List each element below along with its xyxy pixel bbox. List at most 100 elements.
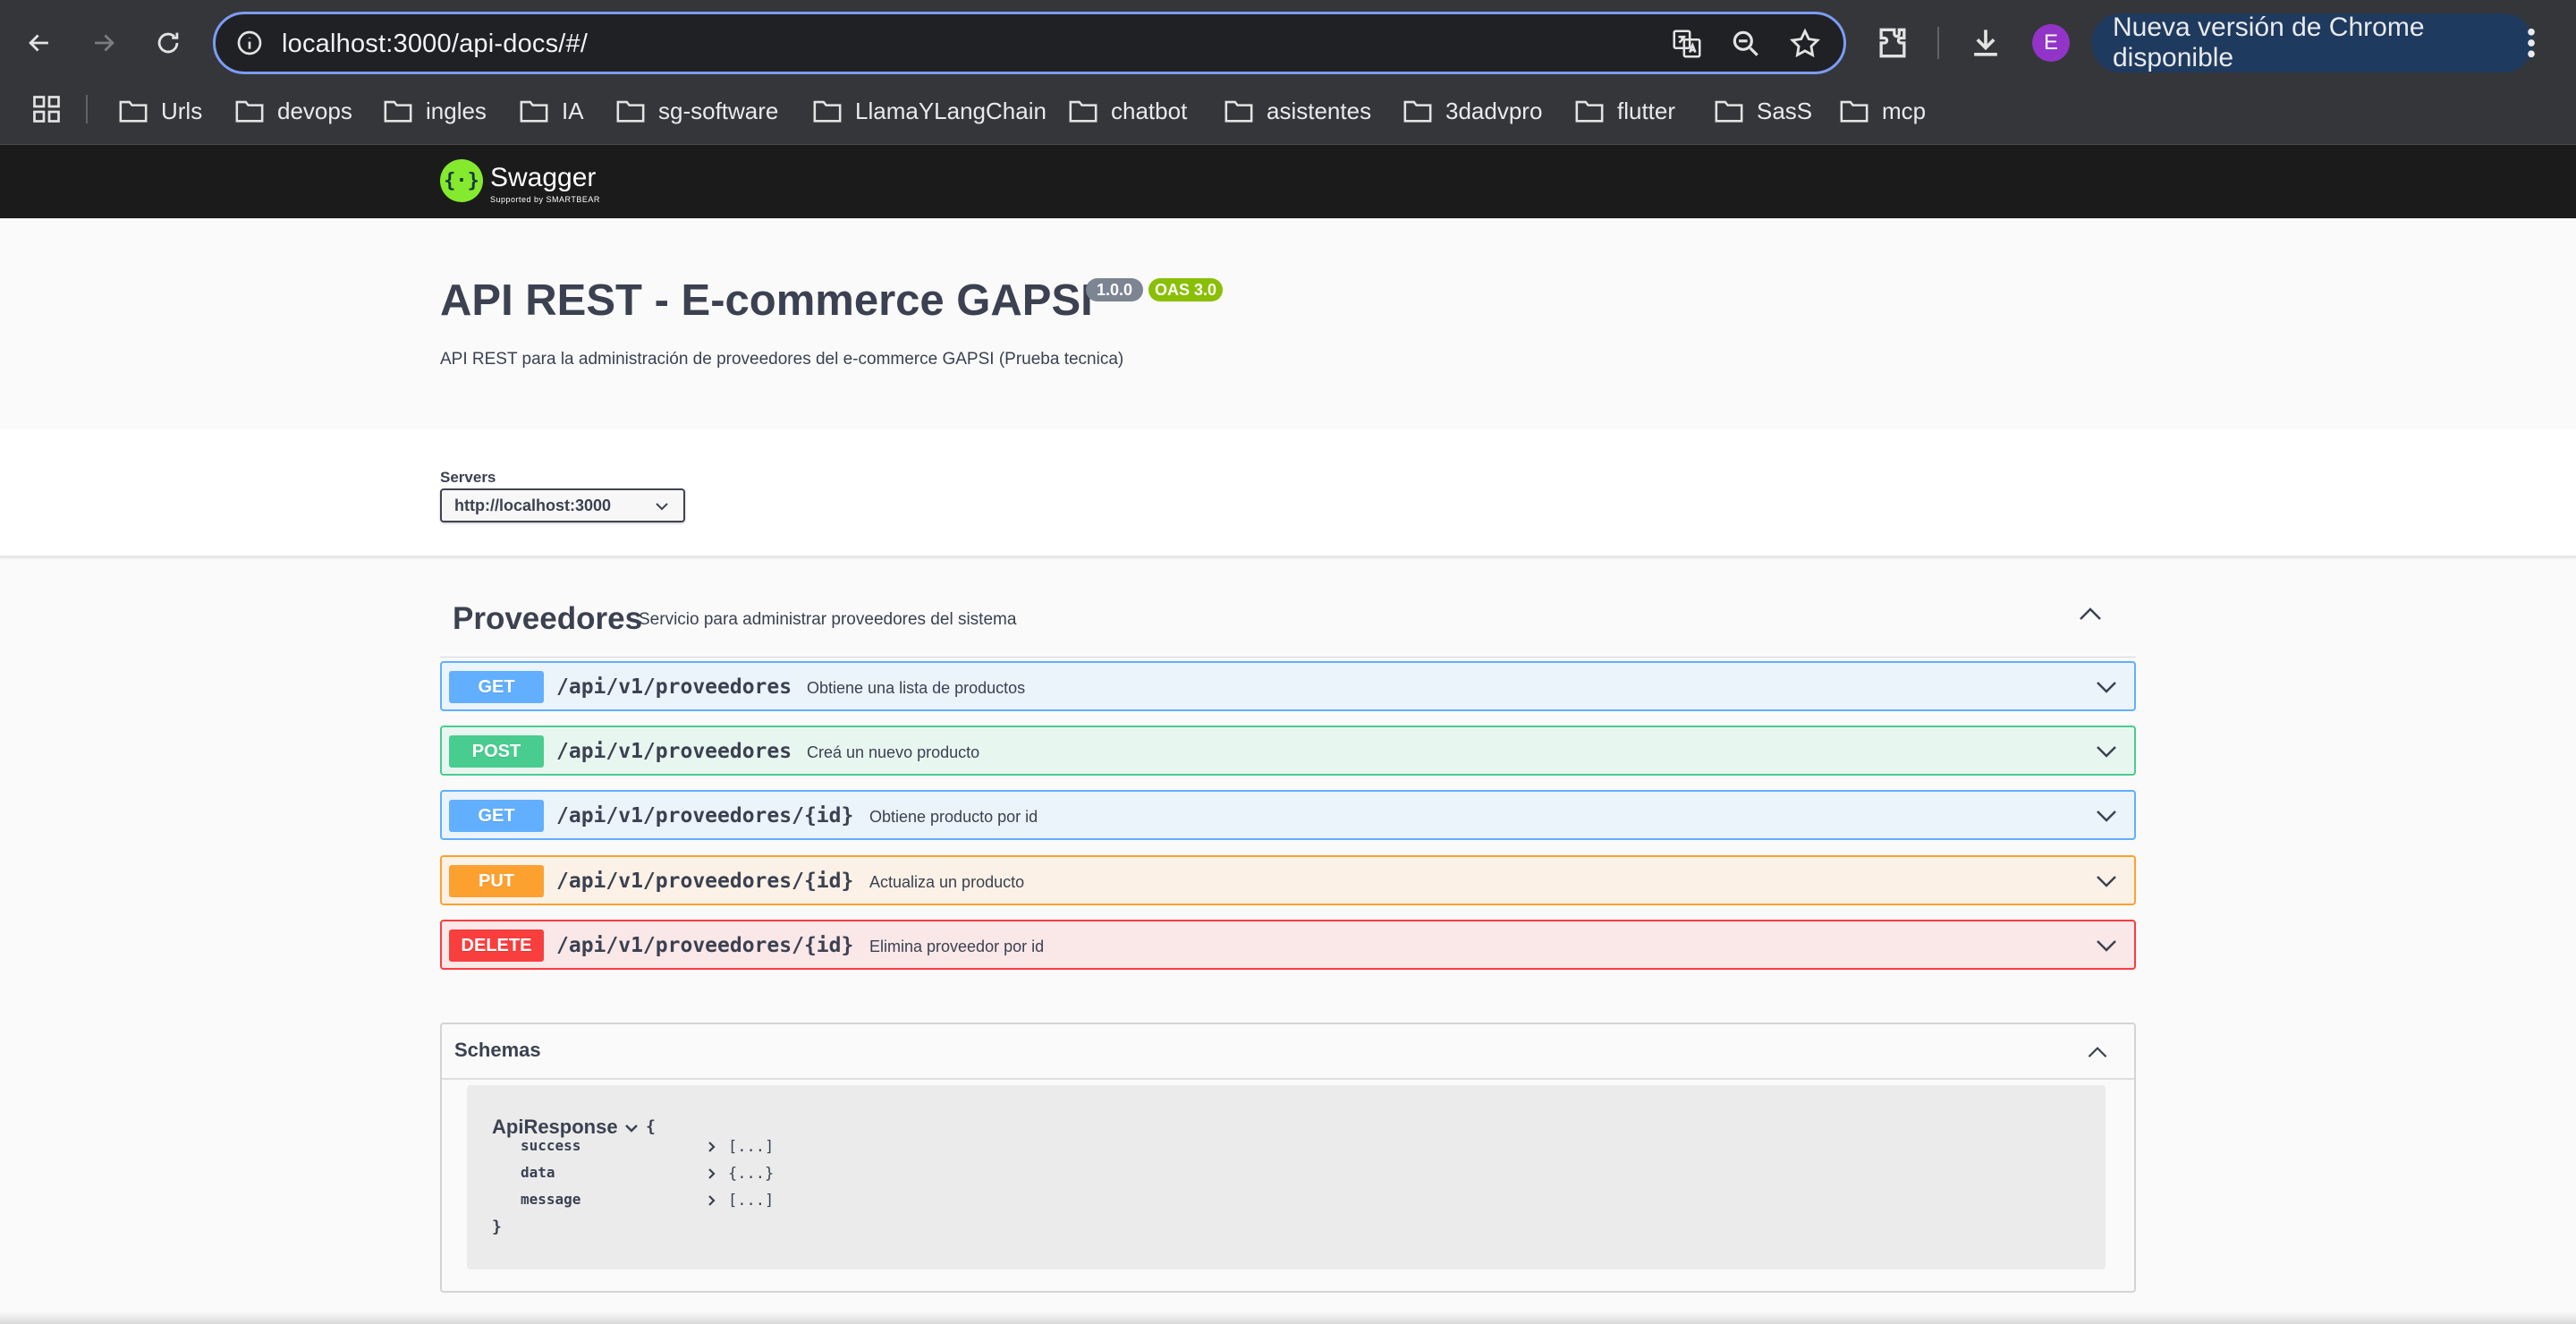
zoom-icon[interactable] [1729,27,1763,61]
folder-icon [1224,100,1253,123]
bookmark-label: mcp [1882,97,1927,124]
chevron-right-icon [708,1142,716,1152]
operation-path[interactable]: /api/v1/proveedores [556,675,792,699]
download-icon[interactable] [1966,23,2005,63]
property-name: success [521,1137,581,1154]
bookmark-label: asistentes [1267,97,1372,124]
bookmark-label: SasS [1757,97,1813,124]
chevron-down-icon[interactable] [2095,679,2118,695]
servers-select[interactable]: http://localhost:3000 [440,488,685,522]
bookmark-folder-llamaylangchain[interactable]: LlamaYLangChain [812,93,1046,129]
apps-grid-icon[interactable] [30,93,63,125]
bookmark-folder-chatbot[interactable]: chatbot [1068,93,1187,129]
property-value: {...} [728,1165,775,1183]
site-info-icon[interactable] [235,29,264,57]
bookmark-folder-ingles[interactable]: ingles [383,93,487,129]
chevron-down-icon[interactable] [2095,873,2118,889]
http-method-badge[interactable]: DELETE [449,929,544,962]
back-button[interactable] [14,18,64,68]
bookmark-label: flutter [1617,97,1676,124]
operation-post[interactable]: POST/api/v1/proveedores Creá un nuevo pro… [440,726,2136,776]
reload-button[interactable] [143,18,193,68]
swagger-logo-text[interactable]: Swagger [490,163,596,193]
folder-icon [384,100,412,123]
chevron-down-icon[interactable] [2095,743,2118,760]
chevron-down-icon[interactable] [2095,938,2118,954]
bookmark-label: ingles [426,97,487,124]
property-toggle[interactable]: [...] [707,1192,774,1209]
swagger-topbar [0,145,2576,218]
folder-icon [1840,100,1868,123]
forward-button[interactable] [79,18,129,68]
window-bottom-edge [0,1311,2576,1324]
address-bar[interactable]: localhost:3000/api-docs/#/ [213,12,1846,74]
chrome-update-button[interactable]: Nueva versión de Chrome disponible [2091,13,2533,72]
tag-description: Servicio para administrar proveedores de… [639,610,1017,629]
operation-summary[interactable]: Elimina proveedor por id [869,938,1044,956]
version-badge: 1.0.0 [1086,278,1143,301]
schemas-section: Schemas ApiResponse { success [...] data {.… [440,1023,2136,1293]
chevron-down-icon[interactable] [624,1123,639,1133]
bookmark-folder-ia[interactable]: IA [519,93,584,129]
info-section [0,218,2576,429]
back-arrow-icon [29,34,48,52]
operation-summary[interactable]: Obtiene una lista de productos [807,679,1025,698]
folder-icon [813,100,842,123]
folder-icon [119,100,148,123]
model-container: ApiResponse { success [...] data {...} messa… [467,1085,2106,1269]
schemas-header[interactable]: Schemas [442,1024,2134,1080]
operation-summary[interactable]: Actualiza un producto [869,873,1024,892]
bookmark-folder-sg-software[interactable]: sg-software [615,93,778,129]
bookmark-folder-flutter[interactable]: flutter [1574,93,1675,129]
model-name[interactable]: ApiResponse [492,1116,618,1139]
bookmark-folder-mcp[interactable]: mcp [1839,93,1926,129]
folder-icon [1069,100,1097,123]
bookmark-folder-urls[interactable]: Urls [118,93,202,129]
http-method-badge[interactable]: GET [449,800,544,832]
property-value: [...] [728,1192,775,1209]
forward-arrow-icon [95,34,114,52]
extensions-icon[interactable] [1873,23,1912,63]
translate-icon[interactable] [1670,27,1704,61]
bookmark-label: LlamaYLangChain [855,97,1046,124]
operation-path[interactable]: /api/v1/proveedores/{id} [556,804,853,828]
operation-path[interactable]: /api/v1/proveedores [556,740,792,763]
bookmark-label: devops [277,97,352,124]
http-method-badge[interactable]: POST [449,735,544,768]
operation-summary[interactable]: Obtiene producto por id [869,808,1038,827]
operation-delete[interactable]: DELETE/api/v1/proveedores/{id} Elimina pr… [440,920,2136,970]
http-method-badge[interactable]: GET [449,671,544,703]
servers-label: Servers [440,469,496,486]
operation-path[interactable]: /api/v1/proveedores/{id} [556,934,853,957]
chevron-right-icon [708,1168,716,1179]
servers-section [0,429,2576,557]
operation-get[interactable]: GET/api/v1/proveedores Obtiene una lista … [440,661,2136,711]
schemas-title[interactable]: Schemas [454,1039,541,1062]
profile-avatar[interactable]: E [2032,24,2070,62]
kebab-menu-icon[interactable] [2521,24,2542,62]
chevron-down-icon[interactable] [2095,808,2118,824]
tag-title[interactable]: Proveedores [453,601,642,637]
bookmark-folder-sass[interactable]: SasS [1714,93,1812,129]
bookmark-star-icon[interactable] [1788,27,1822,61]
http-method-badge[interactable]: PUT [449,865,544,897]
bookmark-folder-devops[interactable]: devops [234,93,352,129]
chevron-right-icon [708,1195,716,1206]
operation-put[interactable]: PUT/api/v1/proveedores/{id} Actualiza un … [440,855,2136,905]
model-close-brace: } [492,1218,502,1236]
servers-select-value: http://localhost:3000 [454,496,612,514]
api-description: API REST para la administración de prove… [440,350,1124,369]
chevron-up-icon[interactable] [2077,605,2104,623]
url-text[interactable]: localhost:3000/api-docs/#/ [282,30,588,59]
bookmark-folder-3dadvpro[interactable]: 3dadvpro [1402,93,1542,129]
operation-path[interactable]: /api/v1/proveedores/{id} [556,870,853,893]
operation-summary[interactable]: Creá un nuevo producto [807,743,979,762]
swagger-logo-icon[interactable]: {·} [440,159,483,202]
bookmark-folder-asistentes[interactable]: asistentes [1224,93,1371,129]
folder-icon [235,100,264,123]
tag-divider [440,657,2136,658]
chevron-up-icon[interactable] [2086,1044,2109,1060]
property-toggle[interactable]: [...] [707,1138,774,1156]
operation-get[interactable]: GET/api/v1/proveedores/{id} Obtiene produ… [440,790,2136,840]
property-toggle[interactable]: {...} [707,1165,774,1183]
